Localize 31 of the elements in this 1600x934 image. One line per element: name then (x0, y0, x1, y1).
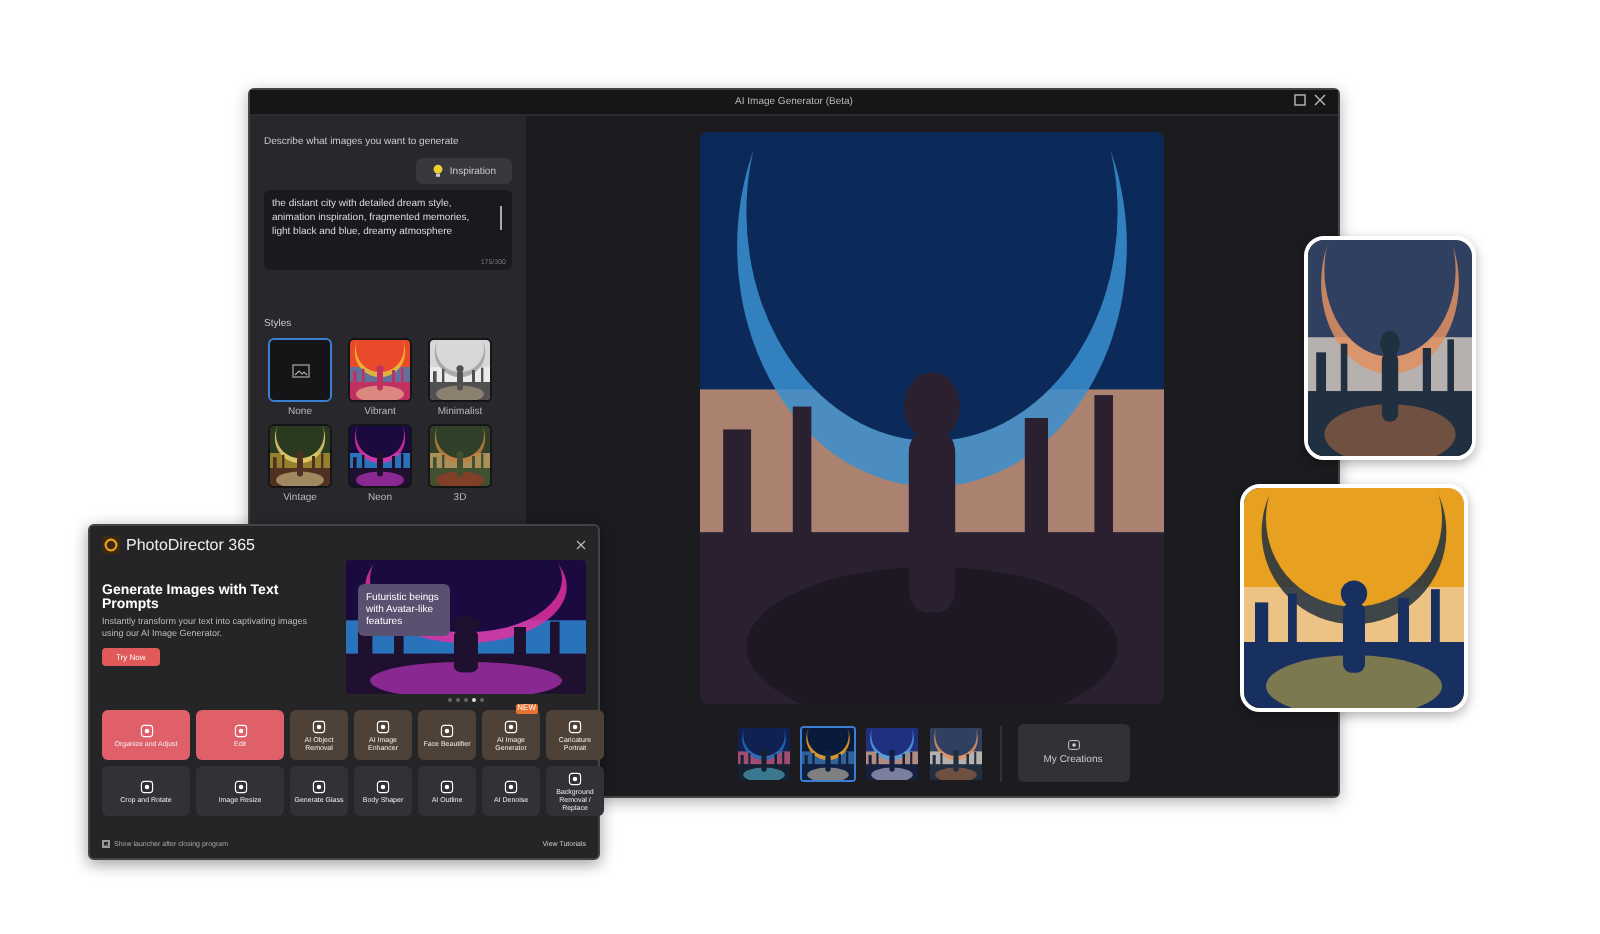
maximize-icon[interactable] (1294, 94, 1306, 106)
image-icon (291, 363, 309, 377)
tool-icon (233, 723, 247, 737)
style-option[interactable] (268, 424, 332, 488)
gallery-icon (1067, 740, 1079, 750)
tool-icon (504, 719, 518, 733)
tool-icon (504, 779, 518, 793)
tool-icon (440, 723, 454, 737)
result-thumbnail[interactable] (799, 725, 855, 781)
tool-icon (139, 779, 153, 793)
style-option[interactable] (428, 338, 492, 402)
result-thumbnail[interactable] (927, 725, 983, 781)
style-option[interactable] (428, 424, 492, 488)
close-icon[interactable] (1314, 94, 1326, 106)
tool-icon (440, 779, 454, 793)
tool-icon (312, 719, 326, 733)
style-option[interactable] (348, 338, 412, 402)
tool-icon (376, 779, 390, 793)
checkbox[interactable] (102, 840, 110, 848)
close-icon[interactable] (576, 540, 586, 550)
light-bulb-icon (431, 164, 444, 178)
result-thumbnail[interactable] (735, 725, 791, 781)
tool-icon (233, 779, 247, 793)
tool-icon (312, 779, 326, 793)
result-thumbnail[interactable] (863, 725, 919, 781)
app-name: PhotoDirector 365 (126, 536, 255, 554)
tool-icon (139, 723, 153, 737)
tool-icon (376, 719, 390, 733)
tool-icon (568, 719, 582, 733)
logo-icon (102, 536, 120, 554)
tool-icon (568, 771, 582, 785)
